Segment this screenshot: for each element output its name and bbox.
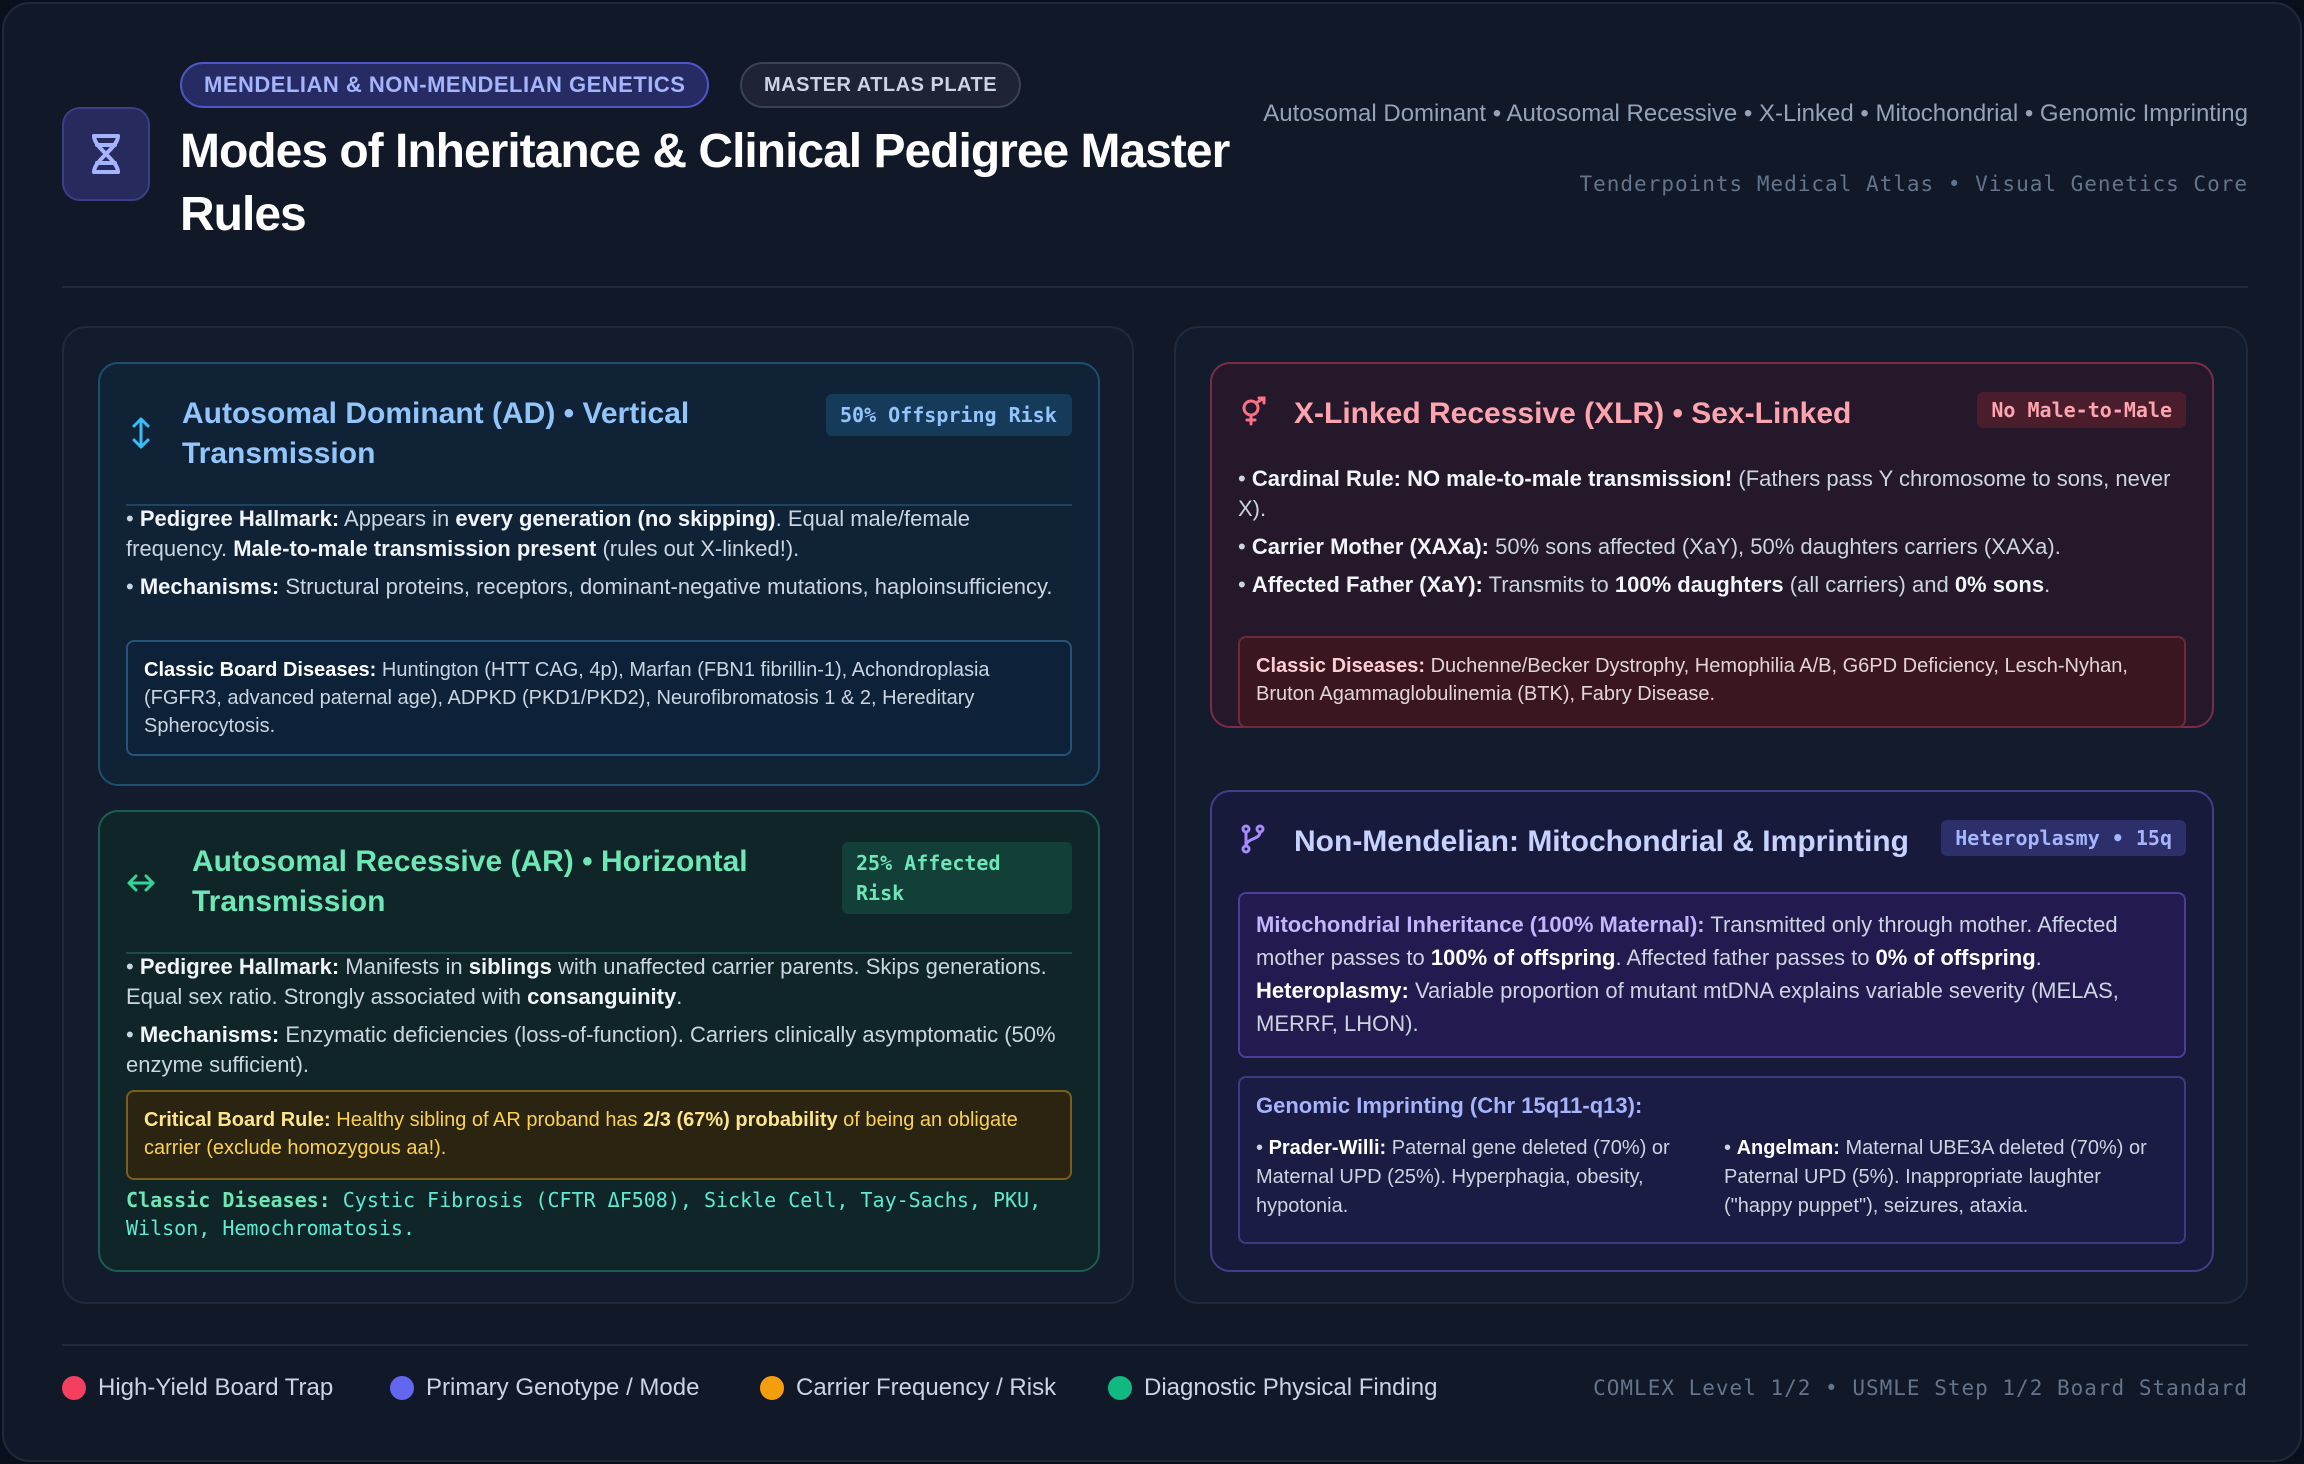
xlr-title: X-Linked Recessive (XLR) • Sex-Linked [1294,397,1852,430]
autosomal-dominant-card: Autosomal Dominant (AD) • Vertical Trans… [98,362,1100,786]
ad-mechanisms: • Mechanisms: Structural proteins, recep… [126,574,1053,599]
topic-pill: MENDELIAN & NON-MENDELIAN GENETICS [180,62,710,108]
logo [62,107,150,201]
dna-icon [92,134,120,174]
legend-item-board-trap: High-Yield Board Trap [62,1374,333,1402]
atlas-plate: MENDELIAN & NON-MENDELIAN GENETICS MASTE… [2,2,2302,1462]
nm-title: Non-Mendelian: Mitochondrial & Imprintin… [1294,825,1909,858]
page-title: Modes of Inheritance & Clinical Pedigree… [180,125,1230,241]
xlr-card-header: X-Linked Recessive (XLR) • Sex-Linked No… [1238,392,2186,446]
ad-body: • Pedigree Hallmark: Appears in every ge… [126,504,1072,610]
legend-dot [390,1376,414,1400]
xlr-diseases-box: Classic Diseases: Duchenne/Becker Dystro… [1238,636,2186,728]
ar-classic-diseases: Classic Diseases: Cystic Fibrosis (CFTR … [126,1188,1042,1240]
legend-dot [62,1376,86,1400]
xlr-cardinal-rule: • Cardinal Rule: NO male-to-male transmi… [1238,466,2171,521]
ar-title: Autosomal Recessive (AR) • Horizontal Tr… [192,845,748,918]
imprinting-box: Genomic Imprinting (Chr 15q11-q13): • Pr… [1238,1076,2186,1244]
ad-risk-badge: 50% Offspring Risk [826,394,1072,436]
angelman-item: • Angelman: Maternal UBE3A deleted (70%)… [1724,1137,2147,1217]
imprinting-grid: • Prader-Willi: Paternal gene deleted (7… [1256,1134,2168,1221]
ad-diseases-box: Classic Board Diseases: Huntington (HTT … [126,640,1072,756]
ar-risk-badge: 25% Affected Risk [842,842,1072,914]
nm-badge: Heteroplasmy • 15q [1941,820,2186,856]
gender-symbol-icon [1238,396,1268,426]
ar-card-header: Autosomal Recessive (AR) • Horizontal Tr… [126,842,1072,954]
horizontal-arrows-icon [126,868,156,898]
ad-card-header: Autosomal Dominant (AD) • Vertical Trans… [126,394,1072,506]
branch-icon [1238,824,1268,854]
non-mendelian-card: Non-Mendelian: Mitochondrial & Imprintin… [1210,790,2214,1272]
nm-card-header: Non-Mendelian: Mitochondrial & Imprintin… [1238,820,2186,874]
footer: High-Yield Board Trap Primary Genotype /… [62,1344,2248,1444]
ar-body: • Pedigree Hallmark: Manifests in siblin… [126,952,1072,1088]
header-credit: Tenderpoints Medical Atlas • Visual Gene… [1579,172,2248,196]
legend-item-carrier-risk: Carrier Frequency / Risk [760,1374,1056,1402]
board-standard-label: COMLEX Level 1/2 • USMLE Step 1/2 Board … [1593,1376,2248,1400]
ar-hallmark: • Pedigree Hallmark: Manifests in siblin… [126,954,1047,1009]
ar-critical-rule-box: Critical Board Rule: Healthy sibling of … [126,1090,1072,1180]
legend-dot [760,1376,784,1400]
header: MENDELIAN & NON-MENDELIAN GENETICS MASTE… [62,62,2248,288]
legend-dot [1108,1376,1132,1400]
prader-willi-item: • Prader-Willi: Paternal gene deleted (7… [1256,1137,1670,1217]
autosomal-recessive-card: Autosomal Recessive (AR) • Horizontal Tr… [98,810,1100,1272]
xlr-body: • Cardinal Rule: NO male-to-male transmi… [1238,464,2186,608]
legend-item-physical-finding: Diagnostic Physical Finding [1108,1374,1437,1402]
right-column: X-Linked Recessive (XLR) • Sex-Linked No… [1174,326,2248,1304]
vertical-arrows-icon [126,417,156,449]
imprinting-title: Genomic Imprinting (Chr 15q11-q13): [1256,1093,1643,1118]
ar-mechanisms: • Mechanisms: Enzymatic deficiencies (lo… [126,1022,1056,1077]
ad-title: Autosomal Dominant (AD) • Vertical Trans… [182,397,690,470]
header-subtitle: Autosomal Dominant • Autosomal Recessive… [1263,100,2248,127]
xlr-affected-father: • Affected Father (XaY): Transmits to 10… [1238,572,2051,597]
mitochondrial-box: Mitochondrial Inheritance (100% Maternal… [1238,892,2186,1058]
legend-item-genotype: Primary Genotype / Mode [390,1374,699,1402]
left-column: Autosomal Dominant (AD) • Vertical Trans… [62,326,1134,1304]
ad-hallmark: • Pedigree Hallmark: Appears in every ge… [126,506,971,561]
xlr-carrier-mother: • Carrier Mother (XAXa): 50% sons affect… [1238,534,2061,559]
x-linked-recessive-card: X-Linked Recessive (XLR) • Sex-Linked No… [1210,362,2214,728]
plate-pill: MASTER ATLAS PLATE [740,62,1022,108]
xlr-badge: No Male-to-Male [1977,392,2186,428]
